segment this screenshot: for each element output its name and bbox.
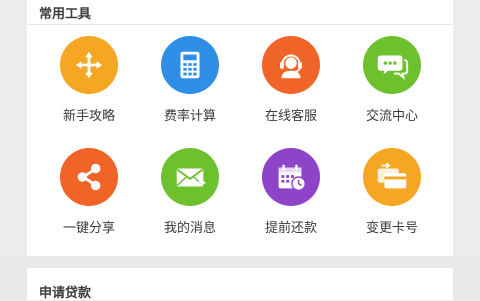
headset-agent-icon bbox=[262, 36, 320, 94]
tool-label: 变更卡号 bbox=[365, 221, 418, 236]
tool-exchange-center[interactable]: 交流中心 bbox=[342, 36, 442, 148]
tool-label: 我的消息 bbox=[163, 221, 216, 236]
tools-grid: 新手攻略 费率计算 在线客服 交流中心 一键分享 我的消息 提前还款 变更卡号 bbox=[27, 36, 465, 260]
tool-online-service[interactable]: 在线客服 bbox=[241, 36, 341, 148]
calendar-clock-icon bbox=[262, 148, 320, 206]
tool-my-messages[interactable]: 我的消息 bbox=[140, 148, 240, 260]
chat-bubbles-icon bbox=[363, 36, 421, 94]
tool-newbie-guide[interactable]: 新手攻略 bbox=[39, 36, 139, 148]
tool-label: 提前还款 bbox=[264, 221, 317, 236]
compass-arrows-icon bbox=[60, 36, 118, 94]
tool-label: 一键分享 bbox=[62, 221, 115, 236]
common-tools-panel: 常用工具 新手攻略 费率计算 在线客服 交流中心 一键分享 我的消息 提前还款 … bbox=[27, 0, 453, 256]
loan-application-panel: 申请贷款 bbox=[27, 268, 453, 301]
tool-change-card-number[interactable]: 变更卡号 bbox=[342, 148, 442, 260]
tool-label: 在线客服 bbox=[264, 109, 317, 124]
calculator-icon bbox=[161, 36, 219, 94]
card-swap-icon bbox=[363, 148, 421, 206]
tool-label: 交流中心 bbox=[365, 109, 418, 124]
tool-label: 新手攻略 bbox=[62, 109, 115, 124]
tool-label: 费率计算 bbox=[163, 109, 216, 124]
share-icon bbox=[60, 148, 118, 206]
tool-one-click-share[interactable]: 一键分享 bbox=[39, 148, 139, 260]
tool-early-repayment[interactable]: 提前还款 bbox=[241, 148, 341, 260]
common-tools-title: 常用工具 bbox=[39, 7, 92, 22]
tool-rate-calculator[interactable]: 费率计算 bbox=[140, 36, 240, 148]
envelope-icon bbox=[161, 148, 219, 206]
title-divider bbox=[27, 24, 453, 25]
loan-application-title: 申请贷款 bbox=[39, 286, 92, 301]
